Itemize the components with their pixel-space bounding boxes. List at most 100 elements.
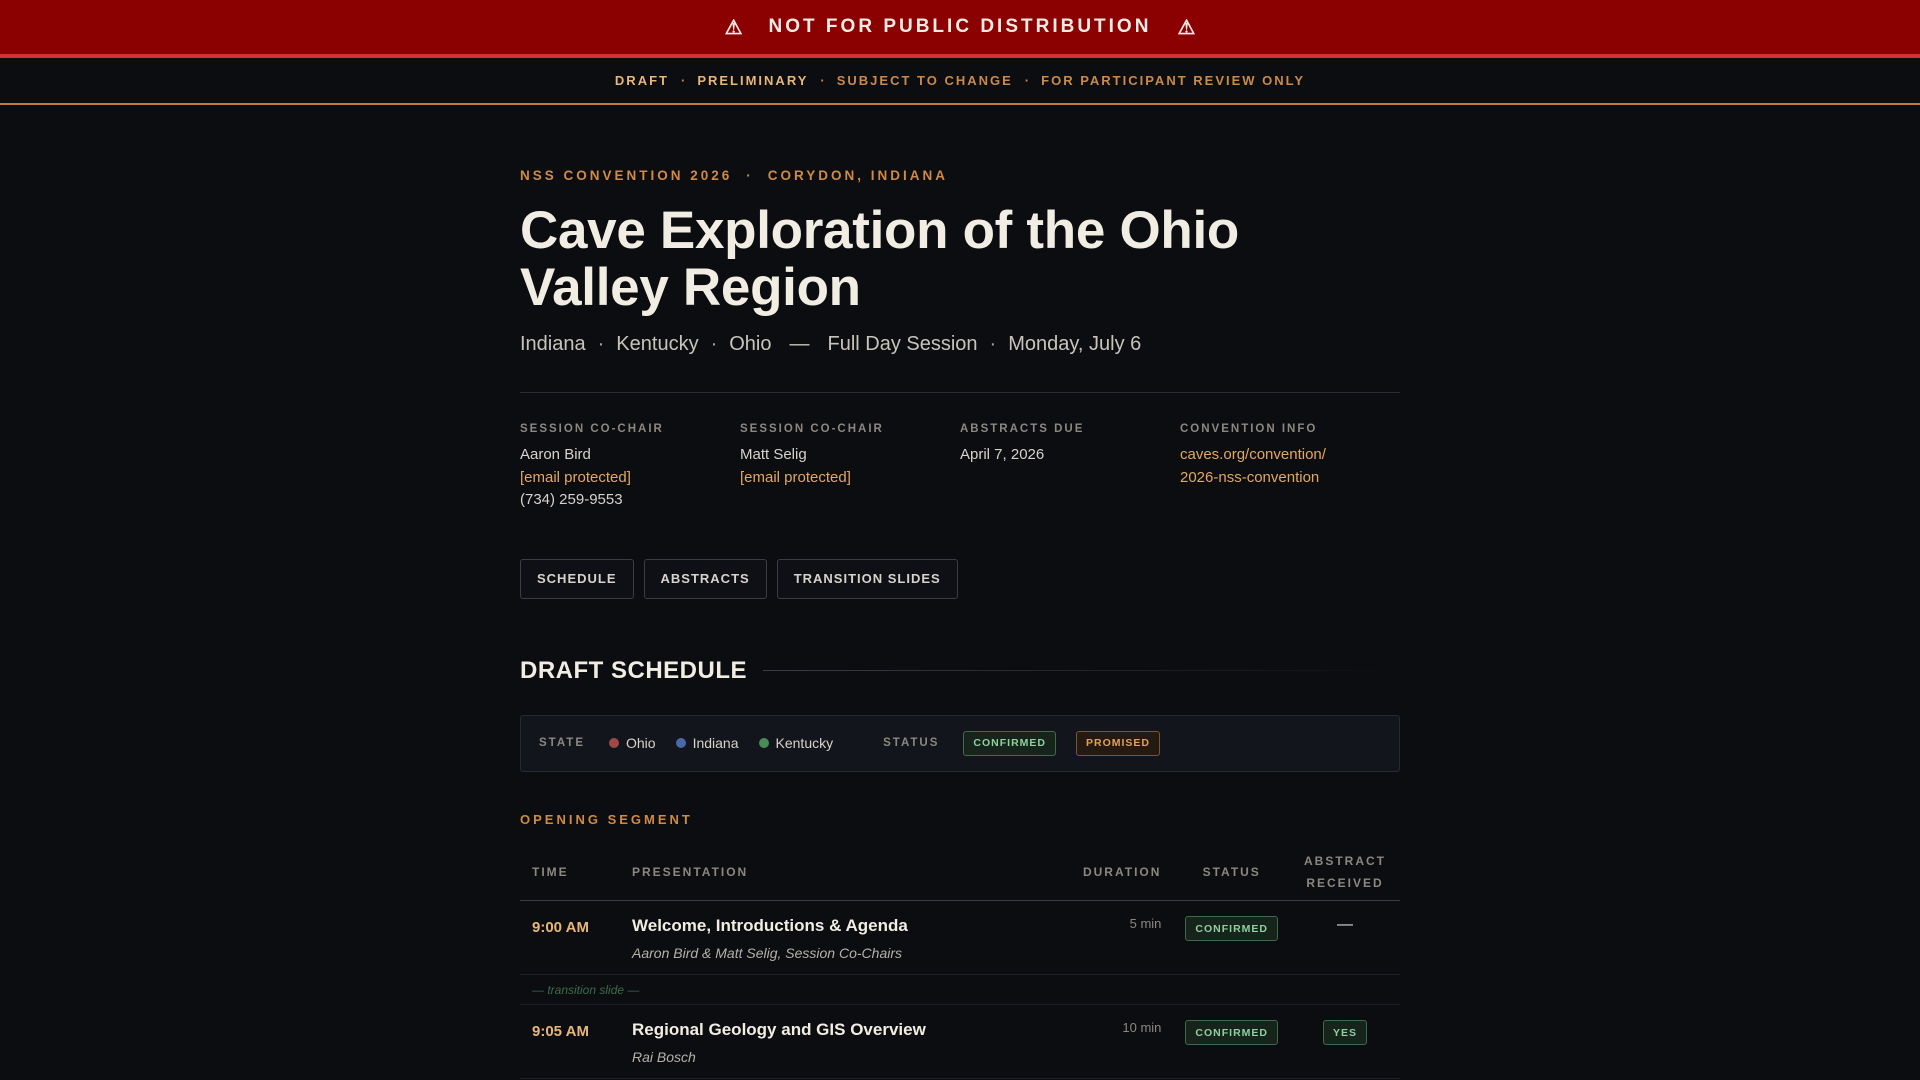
state-ohio: Ohio <box>729 333 772 355</box>
col-presentation: PRESENTATION <box>620 844 1054 901</box>
convention-info: CONVENTION INFO caves.org/convention/ 20… <box>1180 423 1400 512</box>
kentucky-dot-icon <box>758 738 769 748</box>
meta-label: CONVENTION INFO <box>1180 423 1318 435</box>
draft-status-bar: DRAFT · PRELIMINARY · SUBJECT TO CHANGE … <box>0 58 1920 105</box>
session-length: Full Day Session <box>827 333 978 355</box>
schedule-legend: STATE Ohio Indiana Kentucky STATUS CONFI… <box>520 714 1400 772</box>
row-status-cell: CONFIRMED <box>1173 1004 1290 1079</box>
cochair-name: Aaron Bird <box>520 446 591 463</box>
row-time: 9:05 AM <box>532 1023 589 1040</box>
table-header-row: TIME PRESENTATION DURATION STATUS ABSTRA… <box>520 844 1400 901</box>
separator: · <box>680 73 686 88</box>
abstract-received-value: — <box>1337 916 1353 933</box>
convention-link-line2[interactable]: 2026-nss-convention <box>1180 467 1400 490</box>
presentation-title: Regional Geology and GIS Overview <box>632 1020 926 1039</box>
table-row[interactable]: 9:05 AM Regional Geology and GIS Overvie… <box>520 1004 1400 1079</box>
tab-schedule[interactable]: SCHEDULE <box>520 558 634 599</box>
page-title: Cave Exploration of the Ohio Valley Regi… <box>520 201 1239 317</box>
legend-status-label: STATUS <box>883 737 940 749</box>
legend-indiana: Indiana <box>675 735 739 751</box>
legend-item-label: Ohio <box>626 735 656 751</box>
abstracts-due: ABSTRACTS DUE April 7, 2026 <box>960 423 1180 512</box>
tab-transition-slides[interactable]: TRANSITION SLIDES <box>776 558 958 599</box>
abstract-received-badge: YES <box>1322 1020 1367 1045</box>
convention-link-line1[interactable]: caves.org/convention/ <box>1180 444 1400 467</box>
meta-label: SESSION CO-CHAIR <box>520 423 664 435</box>
tab-bar: SCHEDULE ABSTRACTS TRANSITION SLIDES <box>520 558 1400 599</box>
meta-label: SESSION CO-CHAIR <box>740 423 884 435</box>
col-abstract-received: ABSTRACT RECEIVED <box>1290 844 1400 901</box>
transition-row: — transition slide — <box>520 974 1400 1005</box>
legend-state-label: STATE <box>539 737 585 749</box>
convention-name: NSS CONVENTION 2026 <box>520 168 733 183</box>
subject-to-change-label: SUBJECT TO CHANGE <box>836 73 1013 88</box>
col-duration: DURATION <box>1053 844 1174 901</box>
section-title: DRAFT SCHEDULE <box>520 656 747 684</box>
presentation-speaker: Rai Bosch <box>632 1049 696 1065</box>
preliminary-label: PRELIMINARY <box>697 73 809 88</box>
legend-promised-badge: PROMISED <box>1076 730 1161 756</box>
table-row[interactable]: 9:00 AM Welcome, Introductions & Agenda … <box>520 900 1400 975</box>
meta-label: ABSTRACTS DUE <box>960 423 1085 435</box>
warning-icon: ⚠ <box>724 16 743 39</box>
session-meta: SESSION CO-CHAIR Aaron Bird [email prote… <box>520 423 1400 512</box>
row-status-cell: CONFIRMED <box>1173 900 1290 975</box>
session-date: Monday, July 6 <box>1008 333 1142 355</box>
convention-location: CORYDON, INDIANA <box>767 168 949 183</box>
transition-slide-label: — transition slide — <box>520 974 1400 1005</box>
cochair-2: SESSION CO-CHAIR Matt Selig [email prote… <box>740 423 960 512</box>
cochair-name: Matt Selig <box>740 446 807 463</box>
warning-icon: ⚠ <box>1177 16 1196 39</box>
main-content: NSS CONVENTION 2026 · CORYDON, INDIANA C… <box>520 168 1400 1079</box>
cochair-email-link[interactable]: [email protected] <box>740 467 960 490</box>
row-presentation-cell: Welcome, Introductions & Agenda Aaron Bi… <box>620 900 1054 975</box>
divider <box>520 392 1400 393</box>
heading-rule <box>763 670 1400 671</box>
row-time-cell: 9:00 AM <box>520 900 620 975</box>
cochair-phone: (734) 259-9553 <box>520 491 623 508</box>
legend-ohio: Ohio <box>609 735 656 751</box>
state-indiana: Indiana <box>520 333 586 355</box>
participant-review-label: FOR PARTICIPANT REVIEW ONLY <box>1041 73 1306 88</box>
convention-link[interactable]: caves.org/convention/ 2026-nss-conventio… <box>1180 444 1400 489</box>
row-presentation-cell: Regional Geology and GIS Overview Rai Bo… <box>620 1004 1054 1079</box>
col-abstract-line2: RECEIVED <box>1306 876 1384 891</box>
separator: · <box>820 73 825 88</box>
separator-dash: — <box>789 333 810 355</box>
state-kentucky: Kentucky <box>616 333 699 355</box>
col-status: STATUS <box>1173 844 1290 901</box>
banner-text: NOT FOR PUBLIC DISTRIBUTION <box>768 16 1152 37</box>
separator: · <box>710 333 718 355</box>
convention-eyebrow: NSS CONVENTION 2026 · CORYDON, INDIANA <box>520 168 1400 183</box>
col-time: TIME <box>520 844 620 901</box>
row-abstract-cell: YES <box>1290 1004 1400 1079</box>
abstracts-due-date: April 7, 2026 <box>960 446 1045 463</box>
row-duration: 5 min <box>1129 916 1162 931</box>
schedule-heading: DRAFT SCHEDULE <box>520 657 1400 685</box>
col-abstract-line1: ABSTRACT <box>1304 854 1386 869</box>
page-subtitle: Indiana · Kentucky · Ohio — Full Day Ses… <box>520 333 1400 356</box>
draft-label: DRAFT <box>614 73 669 88</box>
tab-abstracts[interactable]: ABSTRACTS <box>643 558 767 599</box>
row-duration-cell: 5 min <box>1053 900 1174 975</box>
distribution-warning-banner: ⚠ NOT FOR PUBLIC DISTRIBUTION ⚠ <box>0 0 1920 58</box>
separator: · <box>597 333 605 355</box>
presentation-speaker: Aaron Bird & Matt Selig, Session Co-Chai… <box>632 945 902 961</box>
legend-item-label: Indiana <box>692 735 739 751</box>
row-time-cell: 9:05 AM <box>520 1004 620 1079</box>
status-badge: CONFIRMED <box>1185 1020 1278 1045</box>
presentation-title: Welcome, Introductions & Agenda <box>632 916 908 935</box>
legend-confirmed-badge: CONFIRMED <box>963 730 1056 756</box>
status-badge: CONFIRMED <box>1185 916 1278 941</box>
row-abstract-cell: — <box>1290 900 1400 975</box>
indiana-dot-icon <box>675 738 686 748</box>
separator: · <box>1024 73 1030 88</box>
segment-title: OPENING SEGMENT <box>520 811 693 827</box>
separator: · <box>989 333 997 355</box>
row-duration-cell: 10 min <box>1053 1004 1174 1079</box>
cochair-email-link[interactable]: [email protected] <box>520 467 740 490</box>
legend-kentucky: Kentucky <box>758 735 834 751</box>
row-time: 9:00 AM <box>532 919 589 936</box>
legend-item-label: Kentucky <box>775 735 834 751</box>
row-duration: 10 min <box>1122 1020 1162 1035</box>
